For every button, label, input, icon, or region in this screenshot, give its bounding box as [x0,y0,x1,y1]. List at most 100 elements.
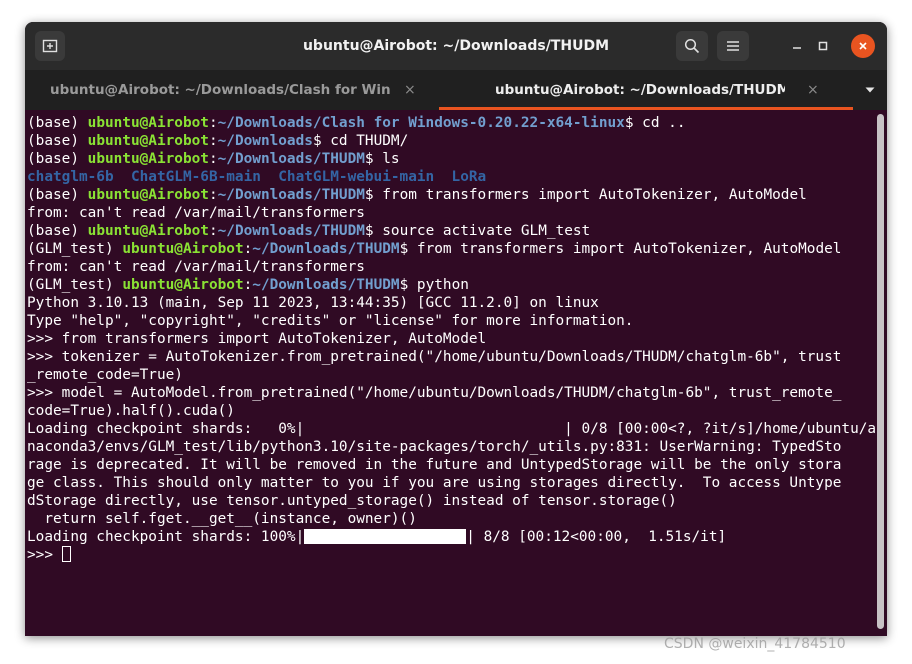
prompt-env: (GLM_test) [27,241,123,257]
terminal-scrollbar[interactable] [877,114,884,629]
prompt-user: ubuntu@Airobot [87,151,209,167]
prompt-path: ~/Downloads/THUDM [217,151,365,167]
terminal-line: chatglm-6b ChatGLM-6B-main ChatGLM-webui… [27,168,875,186]
prompt-env: (base) [27,133,88,149]
terminal-line: from: can't read /var/mail/transformers [27,258,875,276]
python-prompt: >>> [27,547,62,563]
output-text: >>> from transformers import AutoTokeniz… [27,331,487,347]
prompt-separator: : [208,151,218,167]
prompt-path: ~/Downloads/THUDM [217,223,365,239]
prompt-command: from transformers import AutoTokenizer, … [373,187,807,203]
terminal-line: (GLM_test) ubuntu@Airobot:~/Downloads/TH… [27,240,875,258]
minimize-icon [793,47,801,49]
prompt-user: ubuntu@Airobot [87,115,209,131]
prompt-dollar: $ [312,133,322,149]
output-text: from: can't read /var/mail/transformers [27,259,365,275]
output-text: return self.fget.__get__(instance, owner… [27,511,417,527]
terminal-line: dStorage directly, use tensor.untyped_st… [27,492,875,510]
tab-thudm[interactable]: ubuntu@Airobot: ~/Downloads/THUDM × [439,70,853,110]
terminal-line: return self.fget.__get__(instance, owner… [27,510,875,528]
maximize-button[interactable] [811,34,835,58]
search-icon [684,38,700,54]
output-text: >>> tokenizer = AutoTokenizer.from_pretr… [27,349,842,365]
output-text: naconda3/envs/GLM_test/lib/python3.10/si… [27,439,842,455]
prompt-dollar: $ [624,115,634,131]
output-text: rage is deprecated. It will be removed i… [27,457,842,473]
terminal-line: naconda3/envs/GLM_test/lib/python3.10/si… [27,438,875,456]
terminal-line: _remote_code=True) [27,366,875,384]
output-text: >>> model = AutoModel.from_pretrained("/… [27,385,842,401]
terminal-line: Loading checkpoint shards: 100%| | 8/8 [0… [27,528,875,546]
tab-clash[interactable]: ubuntu@Airobot: ~/Downloads/Clash for Wi… [25,70,439,110]
terminal-line: from: can't read /var/mail/transformers [27,204,875,222]
search-button[interactable] [676,31,708,61]
watermark: CSDN @weixin_41784510 [664,636,846,652]
active-tab-indicator [439,107,853,110]
maximize-icon [818,41,828,51]
prompt-command: python [408,277,469,293]
terminal-line: >>> tokenizer = AutoTokenizer.from_pretr… [27,348,875,366]
prompt-path: ~/Downloads/THUDM [252,277,400,293]
prompt-path: ~/Downloads/Clash for Windows-0.20.22-x6… [217,115,625,131]
prompt-user: ubuntu@Airobot [87,223,209,239]
output-text: Loading checkpoint shards: 0%| | 0/8 [00… [27,421,875,437]
prompt-user: ubuntu@Airobot [87,187,209,203]
prompt-command: ls [373,151,400,167]
chevron-down-icon [865,87,875,93]
terminal-line: >>> model = AutoModel.from_pretrained("/… [27,384,875,402]
prompt-env: (base) [27,223,88,239]
prompt-env: (base) [27,151,88,167]
prompt-user: ubuntu@Airobot [122,277,244,293]
terminal-line: Type "help", "copyright", "credits" or "… [27,312,875,330]
output-text: code=True).half().cuda() [27,403,235,419]
output-text: Python 3.10.13 (main, Sep 11 2023, 13:44… [27,295,599,311]
directory-listing: chatglm-6b ChatGLM-6B-main ChatGLM-webui… [27,169,487,185]
prompt-user: ubuntu@Airobot [87,133,209,149]
terminal-line: (base) ubuntu@Airobot:~/Downloads$ cd TH… [27,132,875,150]
progress-bar [304,529,467,544]
prompt-separator: : [243,241,253,257]
prompt-command: source activate GLM_test [373,223,591,239]
terminal-line: Loading checkpoint shards: 0%| | 0/8 [00… [27,420,875,438]
terminal-line: (base) ubuntu@Airobot:~/Downloads/THUDM$… [27,150,875,168]
prompt-dollar: $ [364,187,374,203]
output-text: from: can't read /var/mail/transformers [27,205,365,221]
terminal-line: rage is deprecated. It will be removed i… [27,456,875,474]
prompt-path: ~/Downloads/THUDM [217,187,365,203]
tab-close-icon[interactable]: × [807,70,819,110]
terminal-output[interactable]: (base) ubuntu@Airobot: ~/Downloads/Clash … [27,114,875,632]
prompt-dollar: $ [364,151,374,167]
terminal-window: ubuntu@Airobot: ~/Downloads/THUDM ubuntu… [25,22,887,636]
menu-button[interactable] [717,31,749,61]
terminal-line: >>> [27,546,875,564]
tab-label: ubuntu@Airobot: ~/Downloads/THUDM [495,82,785,98]
hamburger-menu-icon [727,41,739,51]
prompt-command: cd THUDM/ [321,133,409,149]
prompt-env: (base) [27,187,88,203]
prompt-dollar: $ [364,223,374,239]
title-bar: ubuntu@Airobot: ~/Downloads/THUDM [25,22,887,70]
minimize-button[interactable] [785,34,809,58]
output-text: ge class. This should only matter to you… [27,475,842,491]
progress-suffix: | 8/8 [00:12<00:00, 1.51s/it] [466,529,727,545]
terminal-line: >>> from transformers import AutoTokeniz… [27,330,875,348]
close-button[interactable] [851,34,875,58]
prompt-command: from transformers import AutoTokenizer, … [408,241,842,257]
prompt-path: ~/Downloads [217,133,313,149]
output-text: _remote_code=True) [27,367,183,383]
close-icon [859,42,867,50]
prompt-separator: : [243,277,253,293]
terminal-line: code=True).half().cuda() [27,402,875,420]
prompt-env: (GLM_test) [27,277,123,293]
output-text: dStorage directly, use tensor.untyped_st… [27,493,677,509]
tabs-dropdown-button[interactable] [858,70,882,110]
tab-label: ubuntu@Airobot: ~/Downloads/Clash for Wi… [50,82,390,98]
window-title: ubuntu@Airobot: ~/Downloads/THUDM [302,38,610,54]
prompt-dollar: $ [399,241,409,257]
progress-prefix: Loading checkpoint shards: 100%| [27,529,305,545]
tab-bar: ubuntu@Airobot: ~/Downloads/Clash for Wi… [25,70,887,110]
terminal-line: (base) ubuntu@Airobot:~/Downloads/Clash … [27,114,875,132]
tab-close-icon[interactable]: × [404,70,416,110]
text-cursor [61,546,71,562]
prompt-separator: : [208,187,218,203]
